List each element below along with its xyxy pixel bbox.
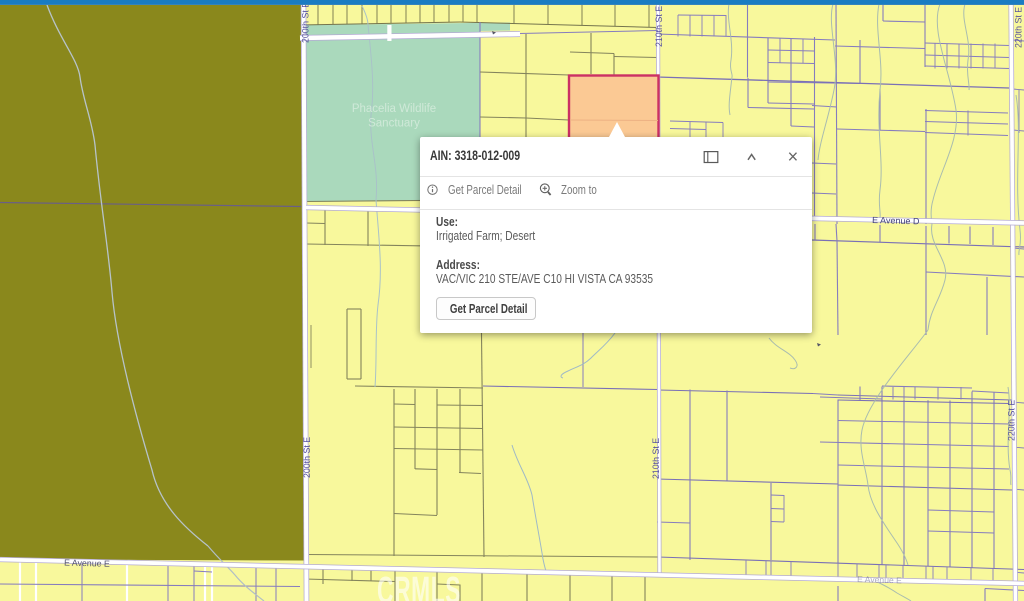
svg-text:E Avenue E: E Avenue E [857,574,902,585]
svg-text:Sanctuary: Sanctuary [368,118,420,130]
svg-text:200th St E: 200th St E [301,2,311,43]
svg-text:E Avenue E: E Avenue E [64,558,110,569]
svg-text:210th St E: 210th St E [651,438,661,479]
svg-text:220th St E: 220th St E [1014,7,1024,48]
svg-text:E Avenue D: E Avenue D [872,215,920,226]
svg-text:200th St E: 200th St E [302,437,312,478]
svg-text:210th St E: 210th St E [654,6,664,47]
svg-text:220th St E: 220th St E [1007,400,1017,441]
svg-text:Phacelia Wildlife: Phacelia Wildlife [352,103,436,115]
